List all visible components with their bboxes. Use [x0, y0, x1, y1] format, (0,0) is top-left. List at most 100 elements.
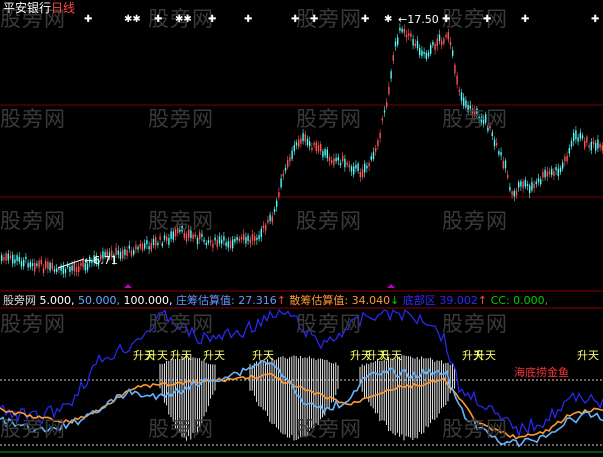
candle-body	[267, 219, 269, 223]
candle-body	[381, 118, 383, 121]
candle-body	[45, 260, 47, 269]
candle-body	[566, 155, 568, 162]
candle-body	[449, 41, 452, 46]
candle-body	[357, 163, 359, 172]
candle-body	[454, 64, 456, 74]
candle-body	[38, 260, 40, 268]
candle-body	[513, 190, 515, 197]
candle-body	[509, 187, 511, 191]
candle-body	[210, 240, 212, 243]
rise-signal-label: 升天	[146, 349, 168, 362]
candle-body	[533, 183, 535, 189]
candle-body	[588, 145, 590, 148]
candle-body	[287, 160, 289, 168]
candle-body	[49, 262, 51, 271]
candle-body	[425, 52, 427, 60]
signal-star-icon: ✱✱	[124, 14, 141, 25]
candle-body	[511, 191, 513, 196]
candle-body	[269, 214, 271, 221]
candle-body	[284, 167, 287, 171]
candle-body	[522, 181, 524, 188]
candle-body	[355, 164, 357, 169]
candle-body	[375, 148, 377, 152]
candle-body	[436, 38, 438, 47]
candle-body	[196, 237, 199, 245]
candle-body	[322, 151, 324, 158]
candle-body	[388, 86, 390, 95]
candle-body	[392, 55, 394, 61]
candle-body	[414, 43, 416, 47]
candle-body	[397, 37, 399, 45]
candle-body	[599, 144, 601, 148]
candle-body	[342, 155, 344, 162]
candle-body	[203, 239, 205, 242]
candle-body	[502, 160, 504, 169]
candle-body	[3, 257, 5, 260]
candle-body	[377, 140, 379, 147]
candle-body	[339, 163, 342, 166]
candle-body	[390, 71, 392, 79]
candle-body	[570, 140, 573, 147]
cc-label: CC:	[490, 294, 510, 307]
candle-body	[276, 200, 278, 207]
candle-body	[238, 238, 240, 242]
candle-body	[130, 250, 133, 256]
watermark: 股旁网	[296, 417, 362, 441]
candle-body	[75, 267, 78, 272]
candle-body	[493, 139, 496, 147]
candle-body	[223, 236, 225, 241]
candle-body	[42, 267, 45, 274]
candle-body	[445, 34, 447, 38]
candle-body	[394, 41, 397, 47]
candle-body	[117, 250, 119, 255]
candle-body	[152, 238, 155, 246]
candle-body	[427, 52, 430, 57]
candle-body	[34, 262, 36, 272]
candle-body	[258, 235, 260, 240]
watermark: 股旁网	[296, 209, 362, 233]
param-2: 50.000,	[78, 294, 120, 307]
signal-star-icon: ✚	[291, 14, 300, 25]
candle-body	[311, 147, 313, 151]
candle-body	[137, 247, 139, 250]
marker-triangle	[124, 284, 132, 288]
candle-body	[353, 166, 355, 175]
candle-body	[205, 242, 207, 246]
third-value: 39.002	[439, 294, 478, 307]
candle-body	[245, 237, 247, 244]
candle-body	[247, 235, 249, 241]
indicator-name: 股旁网	[3, 294, 36, 307]
high-price-label: ←17.50	[398, 13, 439, 26]
candle-body	[564, 156, 566, 162]
price-candles	[1, 23, 603, 278]
candle-body	[16, 255, 18, 261]
candle-body	[249, 239, 251, 243]
candle-body	[119, 251, 122, 259]
rise-signal-label: 升天	[203, 349, 225, 362]
indicator-bar: 股旁网 5.000, 50.000, 100.000, 庄筹估算值: 27.31…	[3, 294, 549, 307]
candle-body	[148, 246, 150, 250]
candle-body	[278, 192, 280, 197]
watermark: 股旁网	[296, 107, 362, 131]
candle-body	[456, 75, 458, 85]
candle-body	[577, 137, 579, 142]
candle-body	[597, 139, 599, 149]
watermark: 股旁网	[442, 312, 508, 336]
param-3: 100.000,	[123, 294, 173, 307]
candle-body	[7, 253, 9, 261]
candle-body	[368, 163, 370, 167]
candle-body	[126, 250, 128, 256]
candle-body	[18, 257, 20, 262]
chart-title: 平安银行日线	[3, 2, 75, 15]
rise-signal-label: 升天	[474, 349, 496, 362]
candle-body	[298, 139, 300, 147]
candle-body	[146, 240, 148, 245]
candle-body	[430, 45, 432, 54]
candle-body	[128, 245, 130, 249]
watermark: 股旁网	[442, 209, 508, 233]
candle-body	[581, 135, 584, 139]
candle-body	[289, 157, 291, 162]
candle-body	[232, 239, 234, 249]
candle-body	[579, 132, 581, 139]
candle-body	[25, 256, 27, 260]
